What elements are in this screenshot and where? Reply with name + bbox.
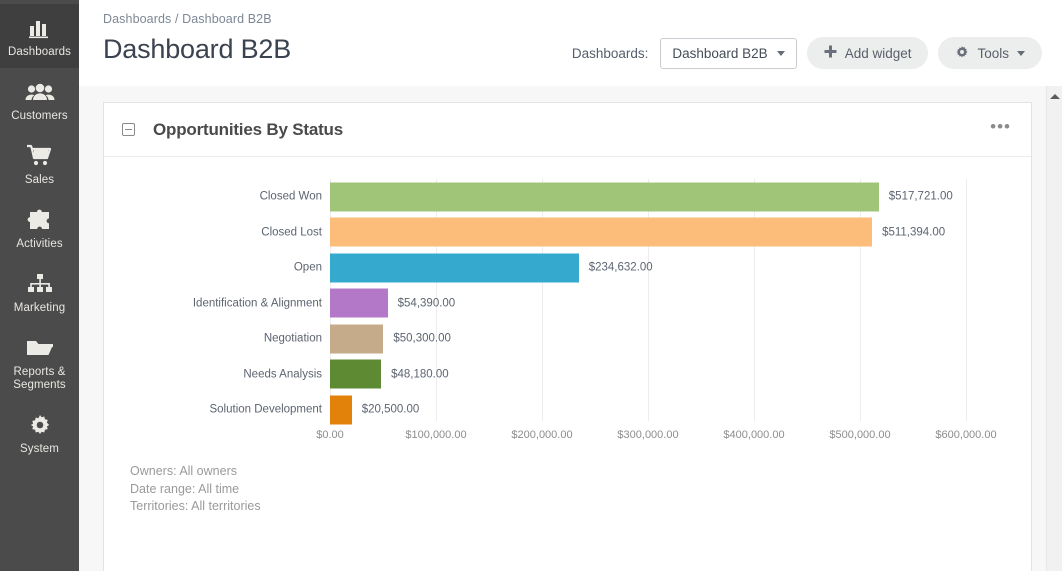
- sidebar-item-marketing[interactable]: Marketing: [0, 260, 79, 324]
- chart-bar-row: Identification & Alignment $54,390.00: [104, 286, 1031, 322]
- chart-x-axis: $0.00 $100,000.00 $200,000.00 $300,000.00 $4…: [104, 421, 1031, 447]
- header-actions: Dashboards: Dashboard B2B Add widget Too…: [572, 37, 1042, 69]
- chart-bars: Closed Won $517,721.00 Closed Lost $511,394…: [104, 179, 1031, 428]
- sidebar-item-label: System: [20, 443, 59, 455]
- chart-bar[interactable]: [330, 182, 879, 212]
- sidebar-item-reports-segments[interactable]: Reports & Segments: [0, 324, 79, 401]
- collapse-icon[interactable]: [122, 123, 135, 136]
- page-header: Dashboards / Dashboard B2B Dashboard B2B…: [79, 0, 1062, 86]
- chart-bar-value-label: $234,632.00: [588, 261, 653, 274]
- chart-bar-value-label: $20,500.00: [361, 403, 420, 416]
- tools-label: Tools: [977, 45, 1009, 61]
- sidebar-item-dashboards[interactable]: Dashboards: [0, 4, 79, 68]
- plus-icon: [824, 45, 837, 61]
- filter-territories: Territories: All territories: [130, 499, 261, 513]
- chart-category-label: Solution Development: [209, 403, 322, 416]
- breadcrumb: Dashboards / Dashboard B2B: [103, 12, 272, 26]
- chart-bar-row: Closed Lost $511,394.00: [104, 215, 1031, 251]
- chart-bar-row: Closed Won $517,721.00: [104, 179, 1031, 215]
- sidebar-item-customers[interactable]: Customers: [0, 68, 79, 132]
- vertical-scrollbar[interactable]: [1046, 86, 1062, 571]
- chevron-down-icon: [1017, 50, 1025, 56]
- sidebar-item-label: Marketing: [13, 302, 66, 314]
- tools-button[interactable]: Tools: [938, 37, 1042, 69]
- chart-bar-wrap: Closed Lost $511,394.00: [261, 217, 1031, 247]
- gear-icon: [2, 410, 77, 440]
- chart-bar-value-label: $48,180.00: [391, 368, 449, 381]
- people-icon: [2, 77, 77, 107]
- app-root: Dashboards Customers Sales Activities Ma…: [0, 0, 1062, 571]
- sidebar-item-label: Reports & Segments: [13, 366, 66, 391]
- dashboard-select-value: Dashboard B2B: [672, 45, 768, 61]
- chart-bar-row: Needs Analysis $48,180.00: [104, 357, 1031, 393]
- chart-category-label: Needs Analysis: [243, 368, 322, 381]
- bar-chart-icon: [2, 13, 77, 43]
- dashboard-body: Opportunities By Status ••• Closed Won $5…: [79, 86, 1062, 571]
- chart-bar[interactable]: [330, 217, 873, 247]
- sidebar-item-label: Dashboards: [7, 46, 71, 58]
- scroll-up-arrow-icon[interactable]: [1049, 94, 1060, 99]
- content-area: Dashboards / Dashboard B2B Dashboard B2B…: [79, 0, 1062, 571]
- add-widget-label: Add widget: [844, 45, 912, 61]
- chart-bar-value-label: $54,390.00: [397, 297, 456, 310]
- sidebar-item-activities[interactable]: Activities: [0, 196, 79, 260]
- chart-bar-wrap: Identification & Alignment $54,390.00: [193, 288, 1031, 318]
- chevron-down-icon: [776, 50, 785, 56]
- widget-title: Opportunities By Status: [153, 119, 343, 139]
- chart-category-label: Closed Lost: [261, 226, 322, 239]
- main-sidebar: Dashboards Customers Sales Activities Ma…: [0, 0, 79, 571]
- chart-category-label: Negotiation: [263, 332, 322, 345]
- chart-category-label: Identification & Alignment: [192, 297, 322, 310]
- sidebar-item-system[interactable]: System: [0, 401, 79, 465]
- chart-bar-wrap: Open $234,632.00: [294, 253, 1031, 283]
- puzzle-piece-icon: [2, 205, 77, 235]
- chart-bar[interactable]: [330, 359, 382, 389]
- chart-plot-area: Closed Won $517,721.00 Closed Lost $511,394…: [104, 179, 1031, 447]
- widget-menu-icon[interactable]: •••: [990, 118, 1011, 135]
- chart-bar[interactable]: [330, 324, 384, 354]
- chart-bar[interactable]: [330, 288, 388, 318]
- chart-x-tick-label: $400,000.00: [723, 429, 785, 441]
- chart-bar-row: Negotiation $50,300.00: [104, 321, 1031, 357]
- add-widget-button[interactable]: Add widget: [806, 37, 929, 69]
- chart-bar-wrap: Closed Won $517,721.00: [260, 182, 1031, 212]
- chart-opportunities-by-status: Closed Won $517,721.00 Closed Lost $511,394…: [104, 157, 1031, 513]
- widget-header: Opportunities By Status •••: [104, 103, 1031, 157]
- dashboard-select[interactable]: Dashboard B2B: [660, 37, 797, 69]
- chart-category-label: Closed Won: [259, 190, 322, 203]
- chart-x-tick-label: $500,000.00: [829, 429, 891, 441]
- chart-category-label: Open: [293, 261, 322, 274]
- chart-x-tick-label: $600,000.00: [935, 429, 997, 441]
- chart-bar[interactable]: [330, 395, 352, 425]
- sidebar-item-label: Customers: [11, 110, 68, 122]
- chart-x-tick-label: $300,000.00: [617, 429, 679, 441]
- chart-footer: Owners: All owners Date range: All time …: [104, 447, 1031, 516]
- sidebar-item-sales[interactable]: Sales: [0, 132, 79, 196]
- dashboards-select-label: Dashboards:: [571, 45, 649, 61]
- filter-date-range: Date range: All time: [130, 481, 240, 496]
- chart-x-tick-label: $100,000.00: [405, 429, 467, 441]
- filter-owners: Owners: All owners: [130, 464, 237, 478]
- chart-x-tick-label: $200,000.00: [511, 429, 573, 441]
- chart-x-tick-label: $0.00: [316, 429, 344, 441]
- chart-bar-wrap: Solution Development $20,500.00: [209, 395, 1031, 425]
- folder-icon: [2, 333, 77, 363]
- gear-icon: [955, 45, 969, 62]
- chart-bar-row: Open $234,632.00: [104, 250, 1031, 286]
- chart-bar-wrap: Needs Analysis $48,180.00: [243, 359, 1031, 389]
- chart-bar-value-label: $517,721.00: [888, 190, 953, 203]
- shopping-cart-icon: [2, 141, 77, 171]
- chart-bar-wrap: Negotiation $50,300.00: [264, 324, 1031, 354]
- sidebar-item-label: Sales: [24, 174, 55, 186]
- sitemap-icon: [2, 269, 77, 299]
- widget-opportunities-by-status: Opportunities By Status ••• Closed Won $5…: [103, 102, 1032, 571]
- chart-bar[interactable]: [330, 253, 579, 283]
- chart-bar-value-label: $511,394.00: [882, 226, 946, 239]
- sidebar-item-label: Activities: [16, 238, 63, 250]
- chart-bar-value-label: $50,300.00: [393, 332, 451, 345]
